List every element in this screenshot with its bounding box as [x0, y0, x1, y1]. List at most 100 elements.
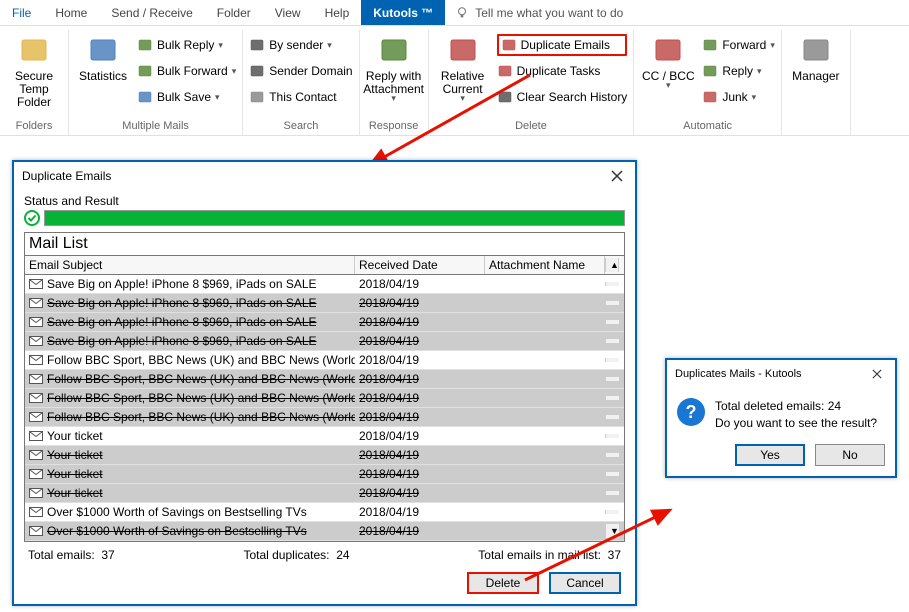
mail-row[interactable]: Your ticket2018/04/19 — [25, 446, 624, 465]
group-label: Search — [249, 118, 352, 135]
mail-row[interactable]: Your ticket2018/04/19 — [25, 484, 624, 503]
mail-row[interactable]: Follow BBC Sport, BBC News (UK) and BBC … — [25, 370, 624, 389]
reply-button[interactable]: Bulk Reply ▾ — [137, 34, 236, 56]
ribbon-group-misc: Manager — [782, 30, 851, 135]
reply-attach-button[interactable]: Reply withAttachment▾ — [366, 32, 422, 101]
scroll-down-icon[interactable]: ▼ — [605, 524, 619, 538]
search-domain-button[interactable]: Sender Domain — [249, 60, 352, 82]
confirm-title: Duplicates Mails - Kutools — [675, 368, 802, 380]
envelope-icon — [29, 298, 43, 308]
envelope-icon — [29, 507, 43, 517]
duplicate-emails-dialog: Duplicate Emails Status and Result Mail … — [12, 160, 637, 606]
ribbon-group-automatic: CC / BCC▾Forward ▾Reply ▾Junk ▾Automatic — [634, 30, 782, 135]
confirm-close-button[interactable] — [867, 364, 887, 384]
menubar: FileHomeSend / ReceiveFolderViewHelpKuto… — [0, 0, 909, 26]
mail-row[interactable]: Over $1000 Worth of Savings on Bestselli… — [25, 522, 624, 541]
mail-row[interactable]: Your ticket2018/04/19 — [25, 427, 624, 446]
tell-me-search[interactable]: Tell me what you want to do — [445, 0, 623, 25]
total-inlist-label: Total emails in mail list: — [478, 548, 601, 562]
mail-row[interactable]: Over $1000 Worth of Savings on Bestselli… — [25, 503, 624, 522]
dup-tasks-button[interactable]: Duplicate Tasks — [497, 60, 628, 82]
mail-row[interactable]: Save Big on Apple! iPhone 8 $969, iPads … — [25, 294, 624, 313]
cancel-button[interactable]: Cancel — [549, 572, 621, 594]
ribbon-group-folders: SecureTemp FolderFolders — [0, 30, 69, 135]
totals-row: Total emails: 37 Total duplicates: 24 To… — [24, 542, 625, 562]
forward-icon — [137, 63, 153, 79]
statistics-icon — [87, 34, 119, 66]
yes-button[interactable]: Yes — [735, 444, 805, 466]
question-icon: ? — [677, 398, 705, 426]
mail-list: Mail List Email Subject Received Date At… — [24, 232, 625, 542]
ccbcc-button[interactable]: CC / BCC▾ — [640, 32, 696, 88]
mail-row[interactable]: Follow BBC Sport, BBC News (UK) and BBC … — [25, 351, 624, 370]
folder-button[interactable]: SecureTemp Folder — [6, 32, 62, 110]
mail-row[interactable]: Save Big on Apple! iPhone 8 $969, iPads … — [25, 275, 624, 294]
group-label: Delete — [435, 118, 628, 135]
bulb-icon — [455, 6, 469, 20]
relative-button[interactable]: RelativeCurrent▾ — [435, 32, 491, 101]
total-emails-value: 37 — [101, 548, 114, 562]
progress-bar — [44, 210, 625, 226]
dialog-titlebar: Duplicate Emails — [14, 162, 635, 190]
mail-row[interactable]: Follow BBC Sport, BBC News (UK) and BBC … — [25, 408, 624, 427]
col-received[interactable]: Received Date — [355, 256, 485, 274]
deleted-label: Total deleted emails: — [715, 399, 828, 413]
total-dups-value: 24 — [336, 548, 349, 562]
menu-tab-file[interactable]: File — [0, 0, 43, 25]
clear-history-button[interactable]: Clear Search History — [497, 86, 628, 108]
mail-row[interactable]: Follow BBC Sport, BBC News (UK) and BBC … — [25, 389, 624, 408]
envelope-icon — [29, 412, 43, 422]
mail-row[interactable]: Save Big on Apple! iPhone 8 $969, iPads … — [25, 332, 624, 351]
search-button[interactable]: By sender ▾ — [249, 34, 352, 56]
auto-forward-button[interactable]: Forward ▾ — [702, 34, 775, 56]
ribbon: SecureTemp FolderFoldersStatistics Bulk R… — [0, 26, 909, 136]
menu-tab-send-receive[interactable]: Send / Receive — [99, 0, 204, 25]
dup-tasks-icon — [497, 63, 513, 79]
group-label: Multiple Mails — [75, 118, 236, 135]
confirm-dialog: Duplicates Mails - Kutools ? Total delet… — [665, 358, 897, 478]
status-label: Status and Result — [24, 194, 625, 208]
clear-history-icon — [497, 89, 513, 105]
confirm-text: Total deleted emails: 24 Do you want to … — [715, 398, 877, 432]
no-button[interactable]: No — [815, 444, 885, 466]
dialog-title: Duplicate Emails — [22, 169, 111, 183]
menu-tab-folder[interactable]: Folder — [205, 0, 263, 25]
total-emails-label: Total emails: — [28, 548, 95, 562]
manager-icon — [800, 34, 832, 66]
delete-button[interactable]: Delete — [467, 572, 539, 594]
check-icon — [24, 210, 40, 226]
menu-tab-view[interactable]: View — [263, 0, 313, 25]
save-button[interactable]: Bulk Save ▾ — [137, 86, 236, 108]
menu-tab-home[interactable]: Home — [43, 0, 99, 25]
col-subject[interactable]: Email Subject — [25, 256, 355, 274]
statistics-button[interactable]: Statistics — [75, 32, 131, 83]
auto-forward-icon — [702, 37, 718, 53]
envelope-icon — [29, 526, 43, 536]
envelope-icon — [29, 336, 43, 346]
junk-button[interactable]: Junk ▾ — [702, 86, 775, 108]
scroll-up-icon[interactable]: ▲ — [605, 258, 619, 272]
mail-row[interactable]: Your ticket2018/04/19 — [25, 465, 624, 484]
folder-icon — [18, 34, 50, 66]
close-button[interactable] — [607, 166, 627, 186]
deleted-count: 24 — [828, 399, 841, 413]
ribbon-group-multiple-mails: Statistics Bulk Reply ▾ Bulk Forward ▾ Bulk… — [69, 30, 243, 135]
confirm-titlebar: Duplicates Mails - Kutools — [667, 360, 895, 388]
mail-row[interactable]: Save Big on Apple! iPhone 8 $969, iPads … — [25, 313, 624, 332]
menu-tab-kutools-[interactable]: Kutools ™ — [361, 0, 445, 25]
dup-emails-button[interactable]: Duplicate Emails — [497, 34, 628, 56]
envelope-icon — [29, 317, 43, 327]
auto-reply-button[interactable]: Reply ▾ — [702, 60, 775, 82]
envelope-icon — [29, 393, 43, 403]
ribbon-group-delete: RelativeCurrent▾ Duplicate Emails Duplicat… — [429, 30, 635, 135]
col-attachment[interactable]: Attachment Name — [485, 256, 605, 274]
forward-button[interactable]: Bulk Forward ▾ — [137, 60, 236, 82]
manager-button[interactable]: Manager — [788, 32, 844, 83]
group-label: Response — [366, 118, 422, 135]
grid-body: Save Big on Apple! iPhone 8 $969, iPads … — [25, 275, 624, 541]
menu-tab-help[interactable]: Help — [313, 0, 362, 25]
total-inlist-value: 37 — [608, 548, 621, 562]
contact-button[interactable]: This Contact — [249, 86, 352, 108]
close-icon — [872, 369, 882, 379]
junk-icon — [702, 89, 718, 105]
